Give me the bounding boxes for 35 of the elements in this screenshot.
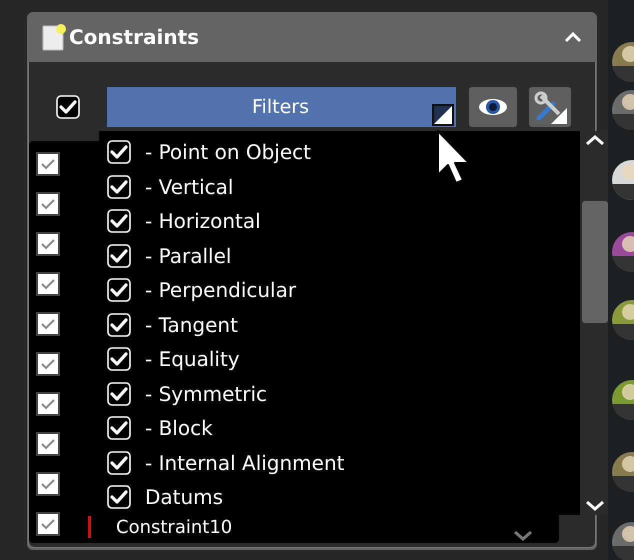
menu-item[interactable]: - Parallel	[145, 242, 232, 269]
collapse-icon[interactable]	[563, 31, 583, 43]
menu-item[interactable]: - Internal Alignment	[145, 450, 344, 476]
menu-item[interactable]: - Symmetric	[145, 380, 267, 407]
checkbox[interactable]	[36, 232, 60, 256]
menu-item[interactable]: - Point on Object	[145, 139, 311, 166]
checkbox[interactable]	[36, 152, 60, 176]
checkbox[interactable]	[36, 192, 60, 216]
menu-item[interactable]: - Vertical	[145, 174, 234, 200]
menu-item[interactable]: Datums	[145, 484, 224, 510]
menu-item[interactable]: - Block	[145, 415, 213, 442]
eye-icon	[477, 96, 509, 118]
checkbox[interactable]	[36, 312, 60, 336]
checkbox[interactable]	[36, 392, 60, 416]
constraint-marker	[88, 516, 91, 538]
scroll-up-icon[interactable]	[583, 133, 607, 147]
visibility-button[interactable]	[469, 87, 517, 127]
constraint-label: Constraint10	[116, 517, 232, 539]
checkbox[interactable]	[36, 432, 60, 456]
menu-item[interactable]: - Horizontal	[145, 208, 261, 234]
menu-item[interactable]: - Tangent	[145, 312, 238, 338]
tools-icon	[533, 90, 567, 124]
scroll-down-icon[interactable]	[583, 499, 607, 513]
scrollbar-thumb[interactable]	[582, 201, 608, 323]
checkbox[interactable]	[36, 512, 60, 536]
checkbox[interactable]	[36, 472, 60, 496]
checkbox[interactable]	[36, 352, 60, 376]
corner-icon	[432, 104, 454, 126]
panel-title: Constraints	[69, 25, 200, 49]
settings-button[interactable]	[529, 87, 571, 127]
document-icon	[41, 23, 67, 51]
menu-item[interactable]: - Perpendicular	[145, 277, 296, 304]
checkbox[interactable]	[36, 272, 60, 296]
filters-button[interactable]: Filters	[107, 87, 456, 127]
menu-item[interactable]: - Equality	[145, 346, 240, 372]
